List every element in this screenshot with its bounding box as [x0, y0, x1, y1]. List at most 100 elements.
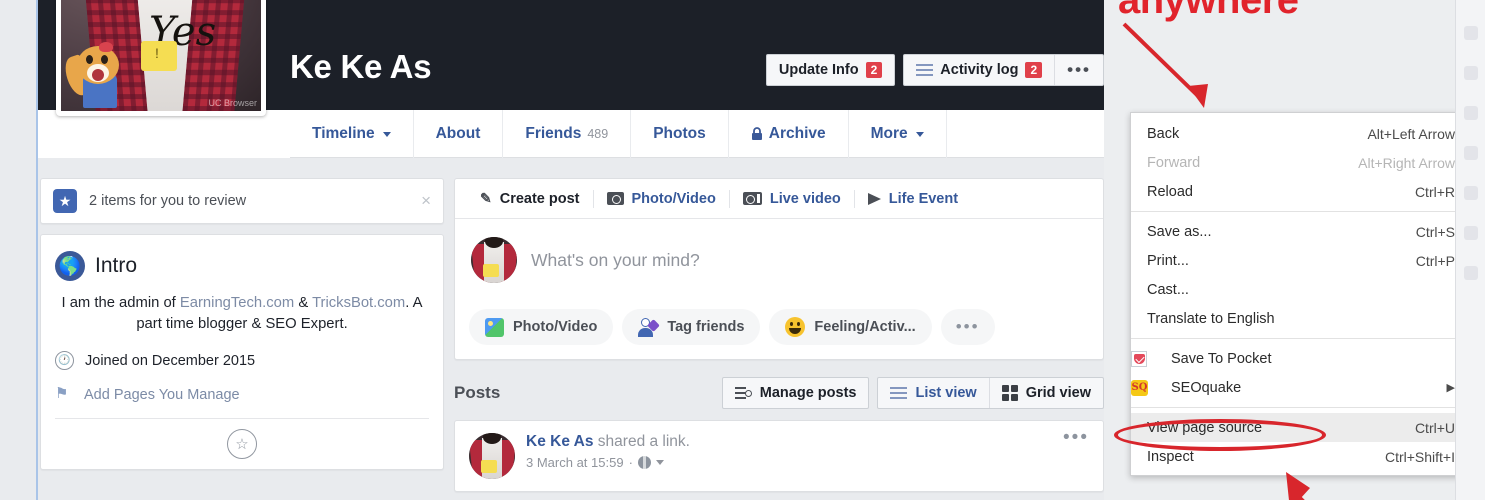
facebook-profile-page: Yes UC Browser Ke Ke As Update Info 2 Ac…: [38, 0, 1104, 500]
sidebar-icon[interactable]: [1463, 146, 1478, 160]
tab-timeline[interactable]: Timeline: [290, 110, 414, 158]
intro-divider: [55, 418, 429, 419]
annotation-arrow-bottom: [1286, 472, 1310, 500]
context-menu-item-save-to-pocket[interactable]: Save To Pocket: [1131, 344, 1469, 373]
tab-more[interactable]: More: [849, 110, 947, 158]
tab-timeline-label: Timeline: [312, 125, 375, 142]
intro-header: 🌎 Intro: [55, 251, 429, 281]
update-info-label: Update Info: [778, 62, 859, 78]
context-menu-item-back-label: Back: [1147, 125, 1180, 142]
tab-photos[interactable]: Photos: [631, 110, 729, 158]
close-icon[interactable]: ×: [421, 191, 431, 211]
camera-icon: [606, 192, 624, 205]
grid-view-icon: [1001, 385, 1018, 401]
profile-more-button[interactable]: •••: [1055, 55, 1103, 85]
composer-tab-life-event-label: Life Event: [888, 190, 959, 207]
context-menu-item-view-page-source[interactable]: View page source Ctrl+U: [1131, 413, 1469, 442]
profile-picture[interactable]: Yes UC Browser: [56, 0, 266, 116]
post-separator: ·: [628, 455, 633, 470]
tab-about[interactable]: About: [414, 110, 504, 158]
post-menu-button[interactable]: •••: [1063, 428, 1089, 447]
star-badge-icon: ★: [53, 189, 77, 213]
add-pages-row[interactable]: ⚑ Add Pages You Manage: [55, 386, 429, 404]
context-menu-item-save-to-pocket-label: Save To Pocket: [1171, 350, 1272, 367]
pencil-icon: ✎: [480, 190, 492, 206]
submenu-arrow-icon: ▶: [1446, 382, 1455, 394]
photo-video-label: Photo/Video: [513, 319, 598, 335]
star-outline-icon[interactable]: ☆: [227, 429, 257, 459]
context-menu-item-seoquake[interactable]: SQ SEOquake ▶: [1129, 373, 1469, 402]
tab-friends-count: 489: [587, 127, 609, 141]
live-video-icon: [742, 192, 762, 205]
feeling-activity-button[interactable]: Feeling/Activ...: [769, 309, 932, 345]
post-timestamp[interactable]: 3 March at 15:59: [526, 455, 624, 470]
intro-bio: I am the admin of EarningTech.com & Tric…: [55, 293, 429, 335]
sidebar-icon[interactable]: [1463, 106, 1478, 120]
composer-tab-photo-video[interactable]: Photo/Video: [594, 191, 729, 207]
activity-log-icon: [916, 64, 934, 76]
tab-photos-label: Photos: [653, 125, 706, 142]
photo-video-button[interactable]: Photo/Video: [469, 309, 614, 345]
sidebar-icon[interactable]: [1463, 266, 1478, 280]
globe-privacy-icon[interactable]: [637, 456, 651, 469]
avatar[interactable]: [469, 433, 515, 479]
nav-left-filler: [38, 110, 290, 158]
chevron-down-icon[interactable]: [655, 460, 664, 465]
post-action: shared a link.: [593, 433, 690, 450]
sidebar-icon[interactable]: [1463, 226, 1478, 240]
grid-view-label: Grid view: [1025, 385, 1091, 401]
grid-view-button[interactable]: Grid view: [990, 378, 1103, 408]
activity-log-label: Activity log: [940, 62, 1019, 78]
post-author[interactable]: Ke Ke As: [526, 433, 593, 450]
context-menu-item-save-as[interactable]: Save as... Ctrl+S: [1131, 217, 1469, 246]
review-items-card[interactable]: ★ 2 items for you to review ×: [40, 178, 444, 224]
bio-mid: &: [294, 295, 313, 311]
joined-label: Joined on December 2015: [85, 352, 256, 369]
activity-log-button[interactable]: Activity log 2: [904, 55, 1054, 85]
composer-more-button[interactable]: •••: [940, 309, 995, 345]
list-view-button[interactable]: List view: [878, 378, 988, 408]
review-items-label: 2 items for you to review: [89, 193, 247, 209]
tag-friends-button[interactable]: Tag friends: [622, 309, 761, 345]
tag-friends-icon: [638, 317, 661, 337]
profile-picture-image: Yes UC Browser: [61, 0, 261, 111]
add-pages-label: Add Pages You Manage: [84, 387, 240, 403]
sidebar-icon[interactable]: [1463, 186, 1478, 200]
post-item: Ke Ke As shared a link. 3 March at 15:59…: [454, 420, 1104, 492]
composer-tab-life-event[interactable]: Life Event: [855, 191, 971, 207]
context-menu-item-forward: Forward Alt+Right Arrow: [1131, 148, 1469, 177]
sidebar-icon[interactable]: [1463, 66, 1478, 80]
context-menu-item-forward-label: Forward: [1147, 154, 1201, 171]
feeling-activity-label: Feeling/Activ...: [814, 319, 916, 335]
view-toggle-group: List view Grid view: [877, 377, 1104, 409]
tab-about-label: About: [435, 125, 481, 142]
post-meta: Ke Ke As shared a link. 3 March at 15:59…: [526, 433, 1052, 470]
context-menu-separator: [1131, 407, 1469, 408]
update-info-button[interactable]: Update Info 2: [765, 54, 896, 86]
context-menu-item-translate[interactable]: Translate to English: [1131, 304, 1469, 333]
tab-friends[interactable]: Friends 489: [503, 110, 632, 158]
browser-context-menu: Back Alt+Left Arrow Forward Alt+Right Ar…: [1129, 112, 1470, 476]
composer-tab-create-post[interactable]: ✎ Create post: [467, 190, 593, 207]
bio-link-tricksbot[interactable]: TricksBot.com: [312, 295, 405, 311]
context-menu-item-reload[interactable]: Reload Ctrl+R: [1131, 177, 1469, 206]
composer-input-row[interactable]: What's on your mind?: [455, 219, 1103, 309]
context-menu-separator: [1131, 338, 1469, 339]
annotation-arrow-top: [1122, 22, 1208, 108]
intro-title: Intro: [95, 254, 138, 277]
manage-posts-button[interactable]: Manage posts: [721, 377, 870, 409]
intro-card: 🌎 Intro I am the admin of EarningTech.co…: [40, 234, 444, 470]
context-menu-item-cast[interactable]: Cast...: [1131, 275, 1469, 304]
status-input[interactable]: What's on your mind?: [531, 250, 700, 271]
avatar: [471, 237, 517, 283]
composer-tab-live-video[interactable]: Live video: [730, 191, 854, 207]
manage-posts-icon: [734, 386, 752, 400]
more-dots-icon: •••: [1067, 60, 1091, 79]
composer-action-row: Photo/Video Tag friends Feeling/Activ...…: [455, 309, 1103, 359]
tab-archive[interactable]: Archive: [729, 110, 849, 158]
context-menu-item-print[interactable]: Print... Ctrl+P: [1131, 246, 1469, 275]
context-menu-item-cast-label: Cast...: [1147, 281, 1189, 298]
sidebar-icon[interactable]: [1463, 26, 1478, 40]
context-menu-item-back[interactable]: Back Alt+Left Arrow: [1131, 119, 1469, 148]
bio-link-earningtech[interactable]: EarningTech.com: [180, 295, 294, 311]
